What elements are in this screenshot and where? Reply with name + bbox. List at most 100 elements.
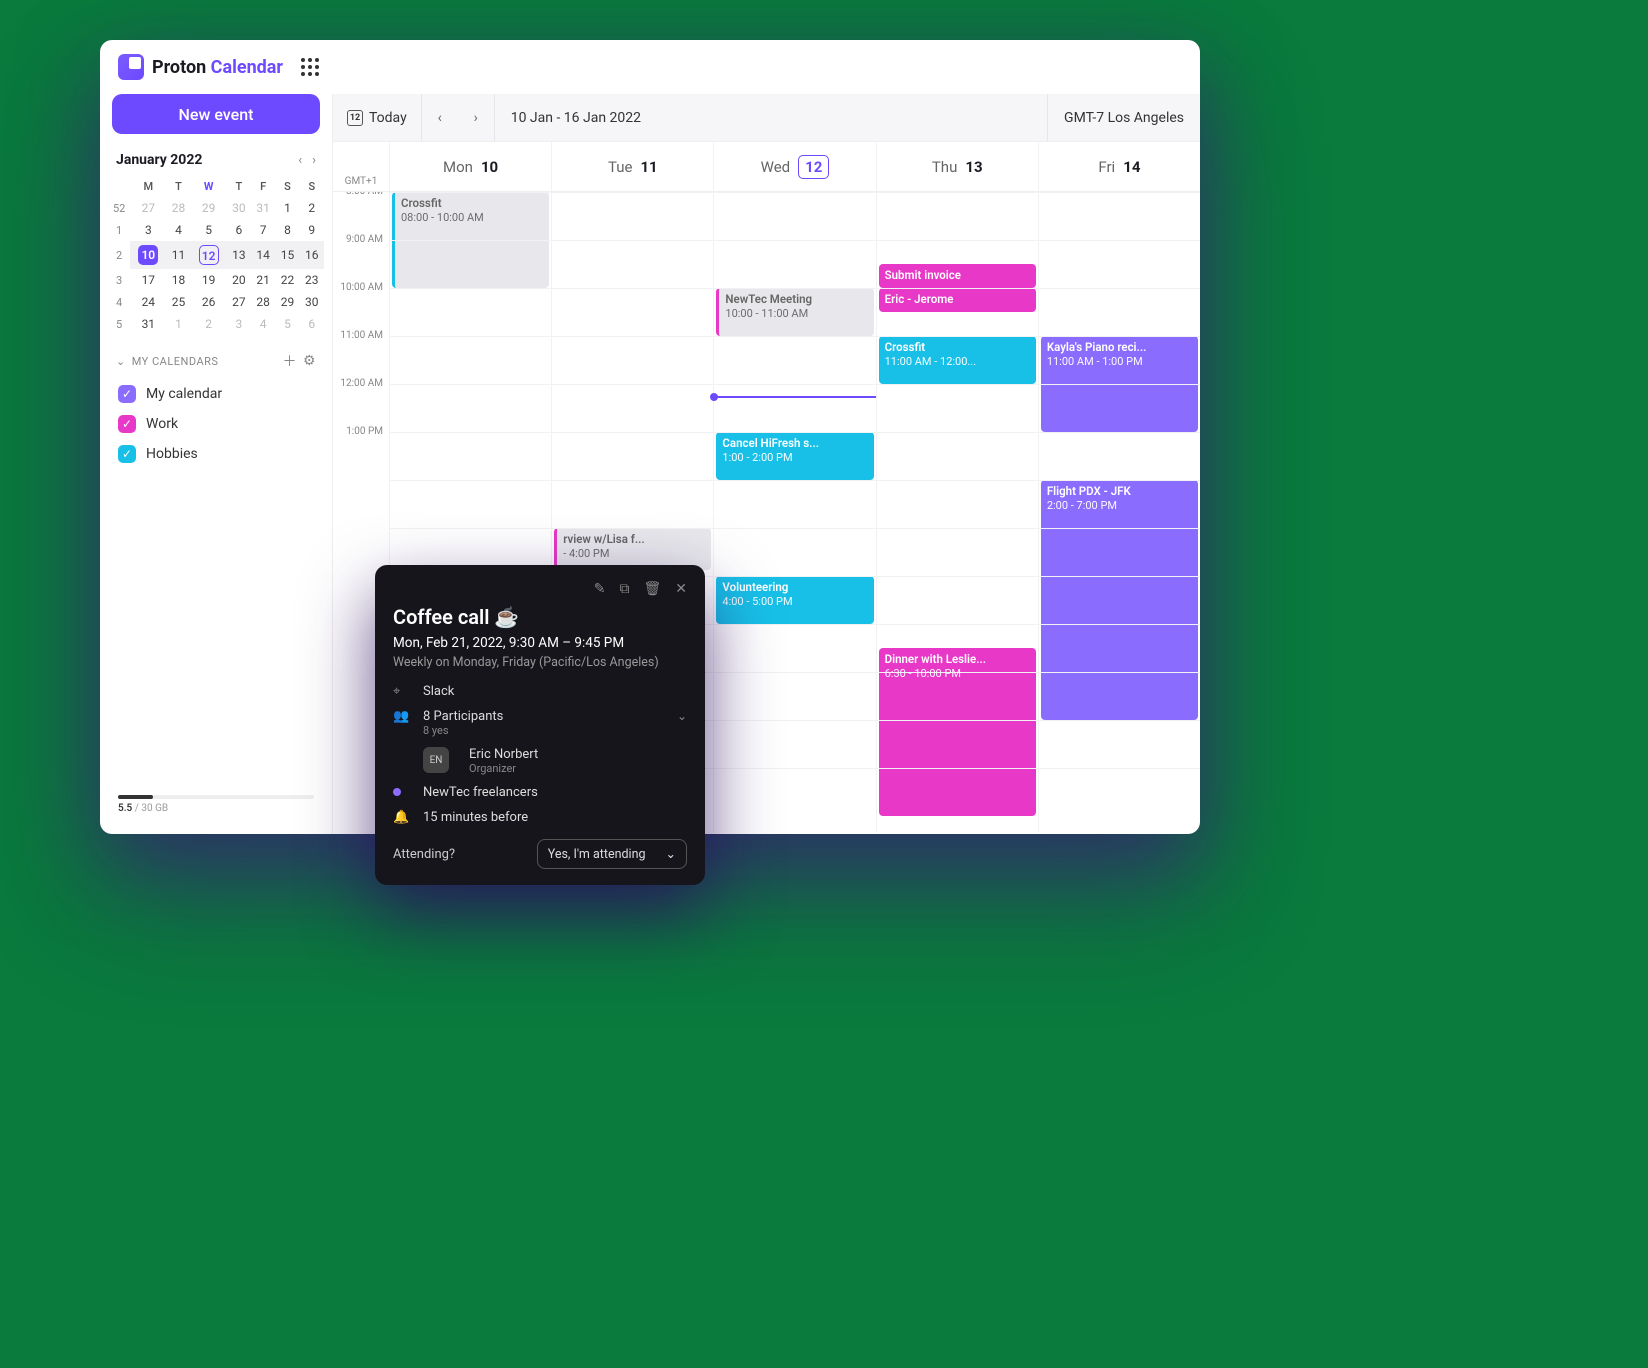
avatar: EN bbox=[423, 747, 449, 773]
mini-day[interactable]: 20 bbox=[227, 269, 251, 291]
settings-icon[interactable]: ⚙ bbox=[303, 353, 316, 369]
new-event-button[interactable]: New event bbox=[112, 94, 320, 134]
event-recurrence: Weekly on Monday, Friday (Pacific/Los An… bbox=[393, 655, 687, 670]
mini-day[interactable]: 6 bbox=[300, 313, 324, 335]
mini-day[interactable]: 26 bbox=[191, 291, 227, 313]
people-icon: 👥 bbox=[393, 709, 411, 724]
mini-day[interactable]: 3 bbox=[130, 219, 166, 241]
mini-day[interactable]: 4 bbox=[251, 313, 275, 335]
mini-day[interactable]: 22 bbox=[275, 269, 299, 291]
mini-day[interactable]: 16 bbox=[300, 241, 324, 269]
calendar-event[interactable]: Eric - Jerome bbox=[879, 288, 1036, 312]
calendar-item[interactable]: ✓ Hobbies bbox=[108, 439, 324, 469]
day-header-cell[interactable]: Mon10 bbox=[389, 142, 551, 191]
mini-day[interactable]: 3 bbox=[227, 313, 251, 335]
calendar-item[interactable]: ✓Work bbox=[108, 409, 324, 439]
time-label: 8:00 AM bbox=[333, 192, 389, 234]
mini-day[interactable]: 13 bbox=[227, 241, 251, 269]
mini-day[interactable]: 5 bbox=[275, 313, 299, 335]
next-week-icon[interactable]: › bbox=[458, 110, 494, 126]
mini-day[interactable]: 23 bbox=[300, 269, 324, 291]
calendar-event[interactable]: Volunteering4:00 - 5:00 PM bbox=[716, 576, 873, 624]
time-label: 11:00 AM bbox=[333, 330, 389, 378]
top-bar: Proton Calendar bbox=[100, 40, 1200, 94]
chevron-down-icon: ⌄ bbox=[666, 846, 676, 862]
mini-day[interactable]: 8 bbox=[275, 219, 299, 241]
mini-day[interactable]: 30 bbox=[227, 197, 251, 219]
calendar-event[interactable]: Flight PDX - JFK2:00 - 7:00 PM bbox=[1041, 480, 1198, 720]
calendar-color-dot bbox=[393, 788, 401, 796]
chevron-down-icon[interactable]: ⌄ bbox=[116, 355, 126, 368]
mini-prev-icon[interactable]: ‹ bbox=[298, 153, 302, 168]
day-header-cell[interactable]: Wed12 bbox=[713, 142, 875, 191]
mini-day[interactable]: 29 bbox=[191, 197, 227, 219]
mini-day[interactable]: 31 bbox=[130, 313, 166, 335]
mini-day[interactable]: 6 bbox=[227, 219, 251, 241]
day-header-cell[interactable]: Tue11 bbox=[551, 142, 713, 191]
calendar-event[interactable]: Cancel HiFresh s...1:00 - 2:00 PM bbox=[716, 432, 873, 480]
mini-day[interactable]: 24 bbox=[130, 291, 166, 313]
prev-week-icon[interactable]: ‹ bbox=[422, 110, 458, 126]
organizer-role: Organizer bbox=[469, 762, 687, 775]
calendar-event[interactable]: Crossfit11:00 AM - 12:00... bbox=[879, 336, 1036, 384]
mini-day[interactable]: 19 bbox=[191, 269, 227, 291]
organizer-name: Eric Norbert bbox=[469, 747, 687, 762]
checkbox-icon[interactable]: ✓ bbox=[118, 415, 136, 433]
edit-icon[interactable]: ✎ bbox=[594, 581, 606, 597]
mini-day[interactable]: 11 bbox=[166, 241, 190, 269]
mini-day[interactable]: 27 bbox=[227, 291, 251, 313]
time-label: 1:00 PM bbox=[333, 426, 389, 474]
attending-select[interactable]: Yes, I'm attending ⌄ bbox=[537, 839, 687, 869]
mini-day[interactable]: 31 bbox=[251, 197, 275, 219]
mini-calendar[interactable]: MTWTFSS522728293031121345678921011121314… bbox=[108, 176, 324, 335]
calendar-event[interactable]: Dinner with Leslie...6:30 - 10:00 PM bbox=[879, 648, 1036, 816]
attending-label: Attending? bbox=[393, 847, 455, 862]
delete-icon[interactable]: 🗑 bbox=[643, 581, 661, 597]
mini-day[interactable]: 15 bbox=[275, 241, 299, 269]
day-header-cell[interactable]: Fri14 bbox=[1038, 142, 1200, 191]
event-title: Coffee call ☕ bbox=[393, 605, 687, 629]
mini-day[interactable]: 1 bbox=[166, 313, 190, 335]
calendar-item[interactable]: ✓My calendar bbox=[108, 379, 324, 409]
mini-day[interactable]: 25 bbox=[166, 291, 190, 313]
calendar-label: Hobbies bbox=[146, 446, 198, 462]
day-header-cell[interactable]: Thu13 bbox=[876, 142, 1038, 191]
mini-day[interactable]: 2 bbox=[191, 313, 227, 335]
time-label: 12:00 AM bbox=[333, 378, 389, 426]
mini-day[interactable]: 1 bbox=[275, 197, 299, 219]
time-label: 10:00 AM bbox=[333, 282, 389, 330]
logo-icon bbox=[118, 54, 144, 80]
mini-day[interactable]: 4 bbox=[166, 219, 190, 241]
checkbox-icon[interactable]: ✓ bbox=[118, 445, 136, 463]
duplicate-icon[interactable]: ⧉ bbox=[619, 581, 629, 597]
calendar-event[interactable]: Submit invoice bbox=[879, 264, 1036, 288]
mini-day[interactable]: 17 bbox=[130, 269, 166, 291]
mini-day[interactable]: 27 bbox=[130, 197, 166, 219]
logo[interactable]: Proton Calendar bbox=[118, 54, 283, 80]
calendar-event[interactable]: rview w/Lisa f...- 4:00 PM bbox=[554, 528, 711, 570]
mini-day[interactable]: 12 bbox=[191, 241, 227, 269]
add-calendar-icon[interactable]: ＋ bbox=[282, 351, 297, 371]
mini-day[interactable]: 7 bbox=[251, 219, 275, 241]
app-switcher-icon[interactable] bbox=[301, 58, 319, 76]
mini-day[interactable]: 5 bbox=[191, 219, 227, 241]
mini-day[interactable]: 10 bbox=[130, 241, 166, 269]
mini-day[interactable]: 14 bbox=[251, 241, 275, 269]
mini-day[interactable]: 28 bbox=[251, 291, 275, 313]
mini-day[interactable]: 28 bbox=[166, 197, 190, 219]
today-button[interactable]: 12 Today bbox=[333, 94, 422, 141]
mini-day[interactable]: 18 bbox=[166, 269, 190, 291]
calendar-event[interactable]: NewTec Meeting10:00 - 11:00 AM bbox=[716, 288, 873, 336]
date-range[interactable]: 10 Jan - 16 Jan 2022 bbox=[495, 110, 1047, 126]
checkbox-icon[interactable]: ✓ bbox=[118, 385, 136, 403]
chevron-down-icon[interactable]: ⌄ bbox=[677, 709, 687, 723]
mini-day[interactable]: 9 bbox=[300, 219, 324, 241]
timezone-selector[interactable]: GMT-7 Los Angeles bbox=[1047, 94, 1200, 141]
mini-day[interactable]: 30 bbox=[300, 291, 324, 313]
mini-day[interactable]: 29 bbox=[275, 291, 299, 313]
mini-next-icon[interactable]: › bbox=[312, 153, 316, 168]
mini-day[interactable]: 2 bbox=[300, 197, 324, 219]
mini-day[interactable]: 21 bbox=[251, 269, 275, 291]
close-icon[interactable]: ✕ bbox=[675, 581, 687, 597]
time-label bbox=[333, 522, 389, 570]
